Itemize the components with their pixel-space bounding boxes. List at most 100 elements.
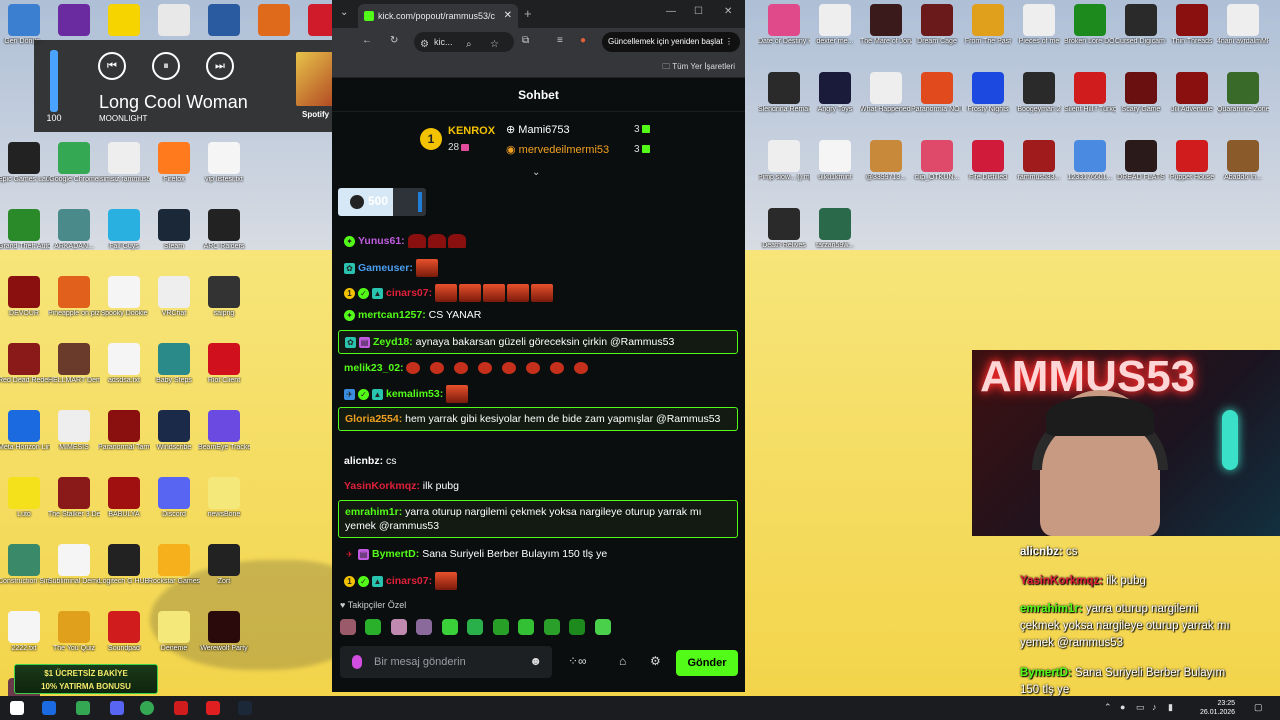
tray-arrow-icon[interactable]: ⌃ xyxy=(1104,702,1112,713)
desktop-shortcut[interactable]: vip listesi.txt xyxy=(198,142,250,184)
tray-mic-icon[interactable]: ● xyxy=(1120,702,1125,712)
tab-list-icon[interactable]: ⌄ xyxy=(340,7,348,18)
chat-message[interactable]: melik23_02: xyxy=(338,361,738,375)
chat-message[interactable]: 1 ✓ ▲ cinars07: xyxy=(338,572,738,590)
taskbar-app-icon[interactable] xyxy=(174,701,188,715)
desktop-shortcut[interactable]: Frosty Nights xyxy=(962,72,1014,114)
site-settings-icon[interactable]: ⚙ xyxy=(420,35,429,52)
desktop-shortcut[interactable]: MIMESIS xyxy=(48,410,100,452)
chat-message[interactable]: alicnbz: cs xyxy=(338,454,738,468)
desktop-shortcut[interactable]: Pimp slow... ().mp3 xyxy=(758,140,810,182)
desktop-shortcut[interactable]: Baby Steps xyxy=(148,343,200,385)
desktop-shortcut[interactable]: DEVOUR xyxy=(0,276,50,318)
desktop-shortcut[interactable]: clip_ÖTKÜN... xyxy=(911,140,963,182)
emote-icon[interactable] xyxy=(390,618,407,635)
desktop-shortcut[interactable]: Deneme xyxy=(148,611,200,653)
desktop-shortcut[interactable]: Date or Destiny Ki... xyxy=(758,4,810,46)
desktop-shortcut[interactable]: Spooky Dookie xyxy=(98,276,150,318)
desktop-shortcut[interactable]: saipng xyxy=(198,276,250,318)
chat-message[interactable]: YasinKorkmqz: ilk pubg xyxy=(338,479,738,493)
emote-icon[interactable] xyxy=(365,618,382,635)
emote-icon[interactable] xyxy=(492,618,509,635)
desktop-shortcut[interactable]: ulkü1kmint xyxy=(809,140,861,182)
emote-icon[interactable] xyxy=(340,618,356,635)
desktop-shortcut[interactable]: tarzan59w... xyxy=(809,208,861,250)
desktop-shortcut[interactable]: İsimsiz rammus53... xyxy=(98,142,150,184)
desktop-shortcut[interactable]: HELLMART Demo xyxy=(48,343,100,385)
send-button[interactable]: Gönder xyxy=(676,650,738,676)
bookmark-star-icon[interactable]: ☆ xyxy=(490,35,499,52)
desktop-shortcut[interactable]: Paranormal Tarmeri xyxy=(98,410,150,452)
chat-message-highlighted[interactable]: ✿ ▤ Zeyd18: aynaya bakarsan güzeli görecek… xyxy=(338,330,738,354)
desktop-shortcut[interactable]: Discord xyxy=(148,477,200,519)
desktop-shortcut[interactable]: rammus533... xyxy=(1013,140,1065,182)
desktop-shortcut[interactable] xyxy=(148,4,200,38)
desktop-shortcut[interactable]: Death Relives xyxy=(758,208,810,250)
tray-volume-icon[interactable]: ♪ xyxy=(1152,702,1157,712)
desktop-shortcut[interactable]: Rockstar Games... xyxy=(148,544,200,586)
tab-close-icon[interactable]: ✕ xyxy=(504,4,512,28)
desktop-shortcut[interactable]: @3399713... xyxy=(860,140,912,182)
update-restart-button[interactable]: Güncellemek için yeniden başlat ⋮ xyxy=(602,32,740,52)
start-icon[interactable] xyxy=(10,701,24,715)
leader-third-name[interactable]: ◉ mervedeilmermi53 xyxy=(506,143,609,156)
desktop-shortcut[interactable]: The You Quiz xyxy=(48,611,100,653)
desktop-shortcut[interactable]: Steam xyxy=(148,209,200,251)
pinned-goal[interactable]: 500 xyxy=(338,188,426,216)
taskbar-app-icon[interactable] xyxy=(42,701,56,715)
desktop-shortcut[interactable]: Pieces of me xyxy=(1013,4,1065,46)
desktop-shortcut[interactable]: Broken Lore DON'T W... xyxy=(1064,4,1116,46)
desktop-shortcut[interactable]: 4nani avrdalmMP3 xyxy=(1217,4,1269,46)
emote-icon[interactable] xyxy=(569,618,586,635)
desktop-shortcut[interactable]: Quarantine Zone The... xyxy=(1217,72,1269,114)
previous-track-icon[interactable]: ⏮ xyxy=(98,52,126,80)
chat-input[interactable] xyxy=(374,646,524,678)
desktop-shortcut[interactable]: Pineapple on pizza xyxy=(48,276,100,318)
store-icon[interactable]: ⌂ xyxy=(619,654,626,668)
chat-message[interactable]: 1 ✓ ▲ cinars07: xyxy=(338,284,738,302)
bonus-ad-banner[interactable]: $1 ÜCRETSİZ BAKİYE 10% YATIRMA BONUSU xyxy=(14,664,158,694)
taskbar-chrome-icon[interactable] xyxy=(140,701,154,715)
desktop-shortcut[interactable]: From The Past xyxy=(962,4,1014,46)
chat-message[interactable]: ✈ ▤ BymertD: Sana Suriyeli Berber Bulayım … xyxy=(338,547,738,561)
tab-kick-chat[interactable]: kick.com/popout/rammus53/c ✕ xyxy=(358,4,518,28)
emote-icon[interactable] xyxy=(594,618,611,635)
desktop-shortcut[interactable]: Abadd6 In... xyxy=(1217,140,1269,182)
desktop-shortcut[interactable]: Logitech G HUB xyxy=(98,544,150,586)
chat-message[interactable]: ✦ Yunus61: xyxy=(338,234,738,249)
desktop-shortcut[interactable]: The Stalker 3 Demo xyxy=(48,477,100,519)
tray-network-icon[interactable]: ▭ xyxy=(1136,702,1145,713)
new-tab-icon[interactable]: + xyxy=(524,6,532,21)
desktop-shortcut[interactable]: newsBone xyxy=(198,477,250,519)
desktop-shortcut[interactable]: ARKADAN... xyxy=(48,209,100,251)
zoom-icon[interactable]: ⌕ xyxy=(466,35,472,52)
desktop-shortcut[interactable]: Red Dead Redempti... xyxy=(0,343,50,385)
desktop-shortcut[interactable]: Construction Simulator xyxy=(0,544,50,586)
chat-message[interactable]: ✈ ✓ ▲ kemalim53: xyxy=(338,385,738,403)
desktop-shortcut[interactable] xyxy=(198,4,250,38)
desktop-shortcut[interactable]: Puppet House xyxy=(1166,140,1218,182)
desktop-shortcut[interactable]: Fall Guys xyxy=(98,209,150,251)
chat-message-highlighted[interactable]: Gloria2554: hem yarrak gibi kesiyolar he… xyxy=(338,407,738,431)
desktop-shortcut[interactable]: Angry Toys xyxy=(809,72,861,114)
chat-message[interactable]: ✿ Gameuser: xyxy=(338,259,738,277)
desktop-shortcut[interactable]: Epic Games Launcher xyxy=(0,142,50,184)
settings-gear-icon[interactable]: ⚙ xyxy=(650,654,661,668)
desktop-shortcut[interactable]: Meta Horizon Link xyxy=(0,410,50,452)
desktop-shortcut[interactable]: Paranormia NO REM - PI... xyxy=(911,72,963,114)
desktop-shortcut[interactable]: The Mare of Jonah xyxy=(860,4,912,46)
desktop-shortcut[interactable]: Riot Client xyxy=(198,343,250,385)
emoji-picker-icon[interactable]: ☻ xyxy=(529,654,542,668)
next-track-icon[interactable]: ⏭ xyxy=(206,52,234,80)
emote-icon[interactable] xyxy=(543,618,560,635)
desktop-shortcut[interactable]: Grand Theft Auto V En... xyxy=(0,209,50,251)
desktop-shortcut[interactable]: Google Chrome xyxy=(48,142,100,184)
desktop-shortcut[interactable]: Luto xyxy=(0,477,50,519)
address-bar[interactable]: ⚙ kic... ⌕ ☆ xyxy=(414,32,514,52)
desktop-shortcut[interactable]: Scary Game xyxy=(1115,72,1167,114)
taskbar-app-icon[interactable] xyxy=(76,701,90,715)
desktop-shortcut[interactable]: Silent Hill f Türkçe Ya... xyxy=(1064,72,1116,114)
desktop-shortcut[interactable]: Boogeyman 2 xyxy=(1013,72,1065,114)
desktop-shortcut[interactable]: BABULYA xyxy=(98,477,150,519)
profile-icon[interactable]: ● xyxy=(580,35,586,46)
